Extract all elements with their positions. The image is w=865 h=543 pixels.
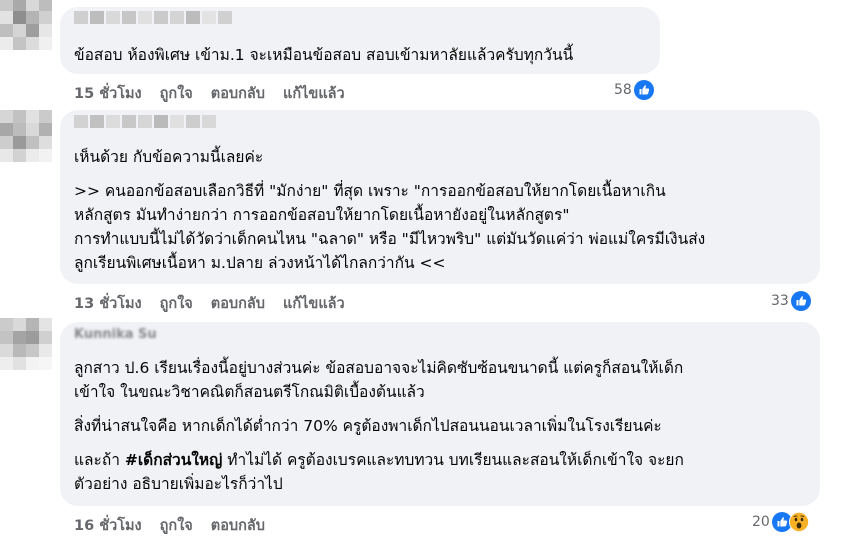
comment-line: ลูกเรียนพิเศษเนื้อหา ม.ปลาย ล่วงหน้าได้ไ… bbox=[74, 254, 446, 272]
like-link[interactable]: ถูกใจ bbox=[160, 86, 193, 102]
timestamp-link[interactable]: 13 ชั่วโมง bbox=[74, 296, 142, 312]
comment-text: ข้อสอบ ห้องพิเศษ เข้าม.1 จะเหมือนข้อสอบ … bbox=[74, 43, 573, 67]
comment-text: ลูกสาว ป.6 เรียนเรื่องนี้อยู่บางส่วนค่ะ … bbox=[74, 356, 684, 496]
comment-line: เข้าใจ ในขณะวิชาคณิตก็สอนตรีโกณมิติเบื้อ… bbox=[74, 383, 425, 401]
reaction-count: 33 bbox=[771, 293, 789, 309]
hashtag-link[interactable]: #เด็กส่วนใหญ่ bbox=[125, 451, 223, 469]
reaction-count: 58 bbox=[614, 82, 632, 98]
edited-label[interactable]: แก้ไขแล้ว bbox=[283, 86, 345, 102]
reply-link[interactable]: ตอบกลับ bbox=[211, 296, 265, 312]
comment-line: การทำแบบนี้ไม่ได้วัดว่าเด็กคนไหน "ฉลาด" … bbox=[74, 230, 706, 248]
author-name-blurred[interactable] bbox=[74, 114, 254, 128]
comment-line: และถ้า #เด็กส่วนใหญ่ ทำไม่ได้ ครูต้องเบร… bbox=[74, 448, 684, 472]
edited-label[interactable]: แก้ไขแล้ว bbox=[283, 296, 345, 312]
comment-line: ลูกสาว ป.6 เรียนเรื่องนี้อยู่บางส่วนค่ะ … bbox=[74, 359, 684, 377]
comment-text-segment: และถ้า bbox=[74, 451, 120, 469]
comment-actions: 16 ชั่วโมง ถูกใจ ตอบกลับ bbox=[74, 514, 283, 537]
comment-line: >> คนออกข้อสอบเลือกวิธีที่ "มักง่าย" ที่… bbox=[74, 182, 666, 200]
like-icon bbox=[633, 80, 654, 100]
reaction-summary[interactable]: 20 bbox=[752, 512, 809, 532]
avatar[interactable] bbox=[0, 110, 52, 162]
author-name-blurred[interactable]: Kunnika Su bbox=[74, 327, 157, 342]
avatar[interactable] bbox=[0, 0, 52, 50]
like-icon bbox=[790, 291, 811, 311]
avatar[interactable] bbox=[0, 318, 52, 370]
wow-icon bbox=[788, 512, 809, 532]
reply-link[interactable]: ตอบกลับ bbox=[211, 86, 265, 102]
reaction-count: 20 bbox=[752, 514, 770, 530]
comment-actions: 15 ชั่วโมง ถูกใจ ตอบกลับ แก้ไขแล้ว bbox=[74, 82, 363, 105]
timestamp-link[interactable]: 15 ชั่วโมง bbox=[74, 86, 142, 102]
timestamp-link[interactable]: 16 ชั่วโมง bbox=[74, 518, 142, 534]
comment-line: ตัวอย่าง อธิบายเพิ่มอะไรก็ว่าไป bbox=[74, 475, 283, 493]
reaction-summary[interactable]: 58 bbox=[614, 80, 654, 100]
comment-text: เห็นด้วย กับข้อความนี้เลยค่ะ >> คนออกข้อ… bbox=[74, 145, 705, 275]
comment-actions: 13 ชั่วโมง ถูกใจ ตอบกลับ แก้ไขแล้ว bbox=[74, 292, 363, 315]
like-link[interactable]: ถูกใจ bbox=[160, 518, 193, 534]
reaction-summary[interactable]: 33 bbox=[771, 291, 811, 311]
reply-link[interactable]: ตอบกลับ bbox=[211, 518, 265, 534]
comment-line: ข้อสอบ ห้องพิเศษ เข้าม.1 จะเหมือนข้อสอบ … bbox=[74, 46, 574, 64]
comment-line: หลักสูตร มันทำง่ายกว่า การออกข้อสอบให้ยา… bbox=[74, 206, 570, 224]
like-link[interactable]: ถูกใจ bbox=[160, 296, 193, 312]
author-name-blurred[interactable] bbox=[74, 10, 274, 24]
comment-line: เห็นด้วย กับข้อความนี้เลยค่ะ bbox=[74, 148, 264, 166]
comment-line: สิ่งที่น่าสนใจคือ หากเด็กได้ต่ำกว่า 70% … bbox=[74, 417, 662, 435]
comment-text-segment: ทำไม่ได้ ครูต้องเบรคและทบทวน บทเรียนและส… bbox=[222, 451, 684, 469]
